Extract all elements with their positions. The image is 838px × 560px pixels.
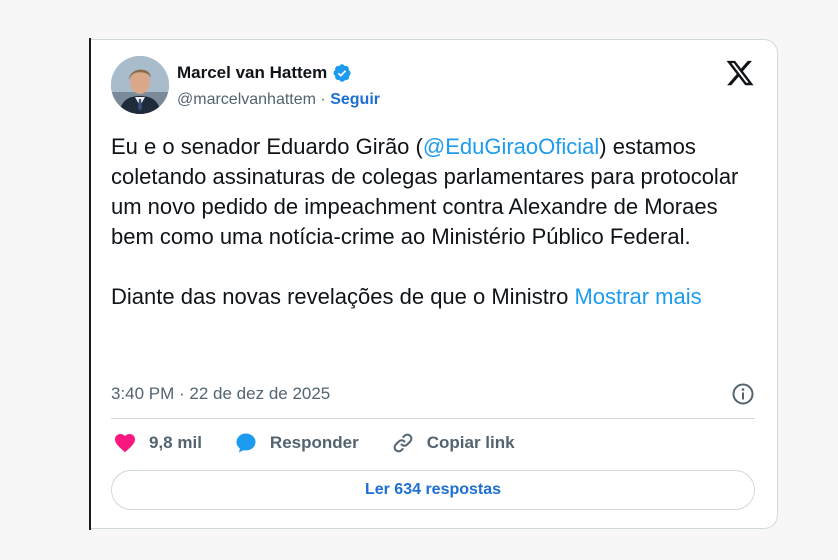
show-more-link[interactable]: Mostrar mais — [574, 284, 701, 309]
read-replies-button[interactable]: Ler 634 respostas — [111, 470, 755, 510]
tweet-card[interactable]: Marcel van Hattem @marcelvanhattem · Seg… — [91, 39, 778, 529]
divider — [111, 418, 755, 419]
reply-bubble-icon — [236, 433, 256, 453]
tweet-paragraph-2: Diante das novas revelações de que o Min… — [111, 282, 761, 312]
tweet-text-part: Diante das novas revelações de que o Min… — [111, 284, 575, 309]
action-bar: 9,8 mil Responder Copiar link — [113, 431, 547, 455]
like-count: 9,8 mil — [149, 433, 202, 452]
tweet-paragraph-1: Eu e o senador Eduardo Girão (@EduGiraoO… — [111, 132, 761, 252]
reply-label: Responder — [269, 433, 359, 452]
reply-button[interactable]: Responder — [234, 431, 359, 455]
verified-badge-icon — [333, 64, 351, 82]
author-handle-row: @marcelvanhattem · Seguir — [177, 91, 380, 109]
like-button[interactable]: 9,8 mil — [113, 431, 202, 455]
author-handle[interactable]: @marcelvanhattem — [177, 91, 316, 108]
x-logo-icon[interactable] — [725, 58, 755, 88]
heart-icon — [115, 434, 135, 453]
info-icon[interactable] — [731, 382, 755, 406]
copy-link-button[interactable]: Copiar link — [391, 431, 515, 455]
avatar[interactable] — [111, 56, 169, 114]
handle-separator: · — [320, 91, 326, 108]
follow-button[interactable]: Seguir — [330, 91, 380, 108]
author-name[interactable]: Marcel van Hattem — [177, 63, 327, 83]
copy-link-label: Copiar link — [426, 433, 515, 452]
link-icon — [393, 433, 413, 453]
tweet-text: Eu e o senador Eduardo Girão (@EduGiraoO… — [111, 132, 761, 312]
mention-link[interactable]: @EduGiraoOficial — [423, 134, 599, 159]
timestamp[interactable]: 3:40 PM · 22 de dez de 2025 — [111, 384, 330, 404]
tweet-embed-stage: Marcel van Hattem @marcelvanhattem · Seg… — [0, 0, 838, 560]
tweet-text-part: Eu e o senador Eduardo Girão ( — [111, 134, 423, 159]
author-name-row: Marcel van Hattem — [177, 63, 352, 83]
tweet-meta-row: 3:40 PM · 22 de dez de 2025 — [111, 382, 755, 406]
